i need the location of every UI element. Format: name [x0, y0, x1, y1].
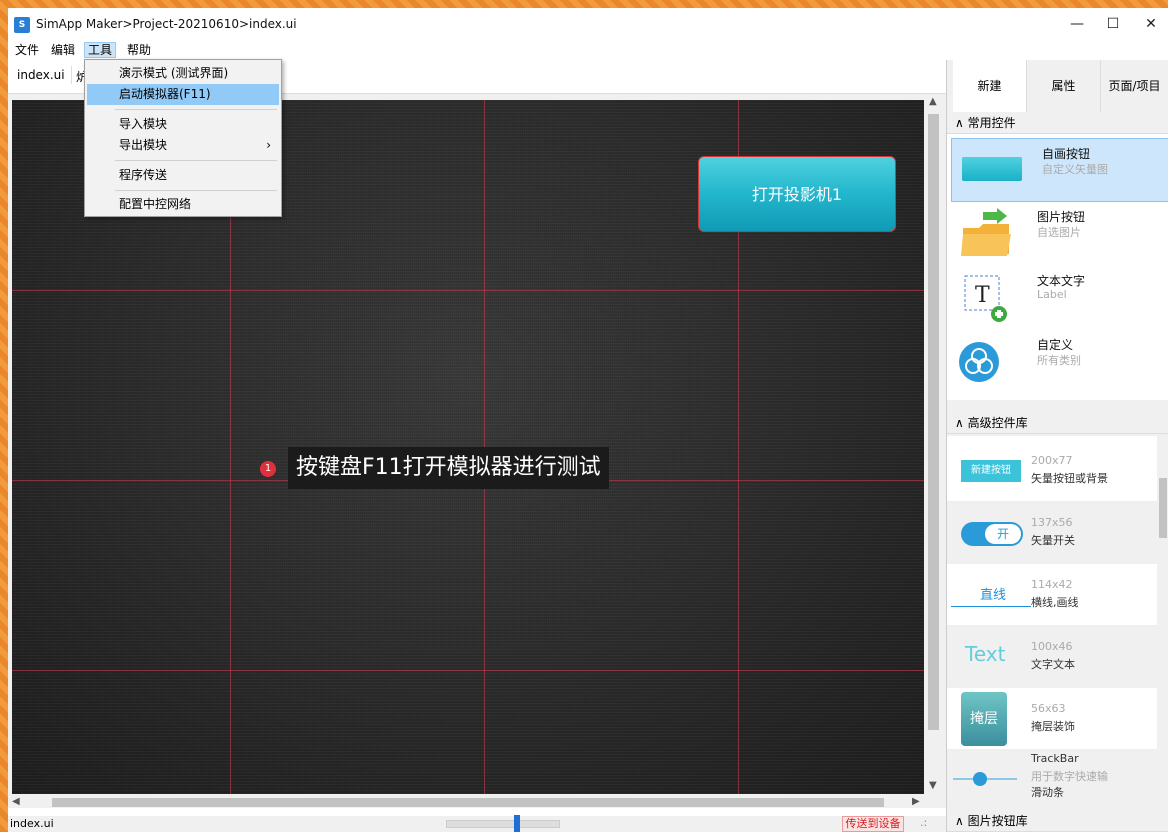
menu-separator [115, 109, 277, 110]
control-custom[interactable]: 自定义 所有类别 [947, 330, 1168, 394]
adv-new-button[interactable]: 新建按钮 200x77 矢量按钮或背景 [947, 440, 1157, 502]
close-button[interactable]: ✕ [1132, 8, 1168, 40]
adv-desc: 矢量按钮或背景 [1031, 472, 1108, 485]
resize-grip-icon: .: [920, 816, 928, 829]
folder-icon [957, 208, 1017, 260]
right-panel: 新建 属性 页面/项目 ∧ 常用控件 自画按钮 自定义矢量图 图片按钮 自选图片… [946, 60, 1168, 832]
picture-button-library-header[interactable]: ∧ 图片按钮库 [947, 810, 1168, 832]
menu-item-label: 导出模块 [119, 138, 168, 152]
menu-file[interactable]: 文件 [12, 42, 42, 58]
scroll-up-icon[interactable]: ▲ [929, 96, 937, 107]
control-title: 自画按钮 [1042, 147, 1091, 161]
adv-desc: 矢量开关 [1031, 534, 1075, 547]
menu-bar: 文件 编辑 工具 帮助 [8, 40, 1168, 60]
control-draw-button[interactable]: 自画按钮 自定义矢量图 [951, 138, 1168, 202]
common-controls-list: 自画按钮 自定义矢量图 图片按钮 自选图片 T 文本文字 Label 自定义 所… [947, 134, 1168, 400]
adv-thumb: 新建按钮 [961, 460, 1021, 482]
control-subtitle: 自选图片 [1037, 226, 1081, 239]
adv-thumb: Text [965, 642, 1006, 666]
submenu-arrow-icon: › [266, 138, 271, 152]
zoom-slider-thumb[interactable] [514, 815, 520, 832]
advanced-controls-header[interactable]: ∧ 高级控件库 [947, 412, 1168, 434]
title-bar: S SimApp Maker>Project-20210610>index.ui… [8, 8, 1168, 40]
tip-callout: 按键盘F11打开模拟器进行测试 [288, 447, 609, 489]
menu-item-program-transfer[interactable]: 程序传送 [87, 165, 279, 186]
custom-circles-icon [957, 336, 1017, 388]
control-subtitle: Label [1037, 288, 1067, 301]
adv-size: 56x63 [1031, 702, 1066, 715]
text-tool-icon: T [957, 272, 1017, 324]
projector-button[interactable]: 打开投影机1 [698, 156, 896, 232]
tab-properties[interactable]: 属性 [1027, 60, 1101, 112]
adv-size: 137x56 [1031, 516, 1073, 529]
menu-item-import-module[interactable]: 导入模块 [87, 114, 279, 135]
adv-desc: 横线,画线 [1031, 596, 1079, 609]
scroll-thumb[interactable] [52, 798, 884, 807]
menu-separator [115, 160, 277, 161]
trackbar-knob-icon [973, 772, 987, 786]
control-subtitle: 自定义矢量图 [1042, 163, 1108, 176]
status-filename: index.ui [10, 817, 54, 830]
menu-item-export-module[interactable]: 导出模块 › [87, 135, 279, 156]
grid-line [12, 670, 924, 671]
control-subtitle: 所有类别 [1037, 354, 1081, 367]
advanced-list-scrollbar[interactable] [1157, 436, 1168, 808]
tip-badge: 1 [260, 461, 276, 477]
adv-line[interactable]: 直线 114x42 横线,画线 [947, 564, 1157, 626]
common-controls-header[interactable]: ∧ 常用控件 [947, 112, 1168, 134]
zoom-slider[interactable] [446, 820, 560, 828]
maximize-button[interactable]: ☐ [1094, 8, 1132, 40]
adv-thumb: 掩层 [961, 692, 1007, 746]
control-title: 图片按钮 [1037, 210, 1086, 224]
svg-text:T: T [975, 283, 990, 308]
advanced-controls-list: 新建按钮 200x77 矢量按钮或背景 开 137x56 矢量开关 直线 114… [947, 436, 1157, 808]
adv-switch[interactable]: 开 137x56 矢量开关 [947, 502, 1157, 564]
draw-button-icon [962, 157, 1022, 181]
line-preview [951, 606, 1031, 607]
tab-index-ui[interactable]: index.ui [11, 66, 72, 84]
control-title: 文本文字 [1037, 274, 1086, 288]
adv-size: 200x77 [1031, 454, 1073, 467]
adv-size: 100x46 [1031, 640, 1073, 653]
adv-size: 114x42 [1031, 578, 1073, 591]
switch-knob: 开 [985, 524, 1021, 544]
window-title: SimApp Maker>Project-20210610>index.ui [36, 17, 297, 31]
tab-page-project[interactable]: 页面/项目 [1101, 60, 1168, 112]
control-image-button[interactable]: 图片按钮 自选图片 [947, 202, 1168, 266]
scroll-down-icon[interactable]: ▼ [929, 780, 937, 791]
control-text-label[interactable]: T 文本文字 Label [947, 266, 1168, 330]
send-to-device-button[interactable]: 传送到设备 [842, 816, 904, 832]
adv-mask[interactable]: 掩层 56x63 掩层装饰 [947, 688, 1157, 750]
adv-text[interactable]: Text 100x46 文字文本 [947, 626, 1157, 688]
menu-tools[interactable]: 工具 [84, 42, 117, 58]
status-bar: index.ui 传送到设备 .: [8, 815, 946, 832]
tab-new[interactable]: 新建 [953, 60, 1027, 112]
app-logo-icon: S [14, 17, 30, 33]
app-window: S SimApp Maker>Project-20210610>index.ui… [8, 8, 1168, 832]
adv-thumb: 直线 [979, 588, 1006, 603]
adv-desc: 文字文本 [1031, 658, 1075, 671]
scroll-thumb[interactable] [1159, 478, 1167, 538]
adv-desc: 用于数字快速输 [1031, 770, 1108, 783]
adv-trackbar[interactable]: TrackBar 用于数字快速输 滑动条 [947, 750, 1157, 808]
adv-desc: 掩层装饰 [1031, 720, 1075, 733]
adv-title: TrackBar [1031, 752, 1079, 765]
tools-dropdown-menu: 演示模式 (测试界面) 启动模拟器(F11) 导入模块 导出模块 › 程序传送 … [84, 59, 282, 217]
scroll-left-icon[interactable]: ◀ [12, 796, 20, 807]
minimize-button[interactable]: — [1058, 8, 1096, 40]
panel-tabs: 新建 属性 页面/项目 [947, 60, 1168, 112]
canvas-vertical-scrollbar[interactable]: ▲ ▼ [925, 94, 942, 794]
menu-item-demo-mode[interactable]: 演示模式 (测试界面) [87, 63, 279, 84]
menu-item-start-simulator[interactable]: 启动模拟器(F11) [87, 84, 279, 105]
menu-item-config-network[interactable]: 配置中控网络 [87, 194, 279, 215]
scroll-thumb[interactable] [928, 114, 939, 730]
menu-separator [115, 190, 277, 191]
grid-line [12, 290, 924, 291]
canvas-horizontal-scrollbar[interactable]: ◀ ▶ [8, 796, 925, 808]
adv-desc2: 滑动条 [1031, 786, 1064, 799]
menu-help[interactable]: 帮助 [124, 42, 154, 58]
menu-edit[interactable]: 编辑 [48, 42, 78, 58]
scroll-right-icon[interactable]: ▶ [912, 796, 920, 807]
control-title: 自定义 [1037, 338, 1074, 352]
